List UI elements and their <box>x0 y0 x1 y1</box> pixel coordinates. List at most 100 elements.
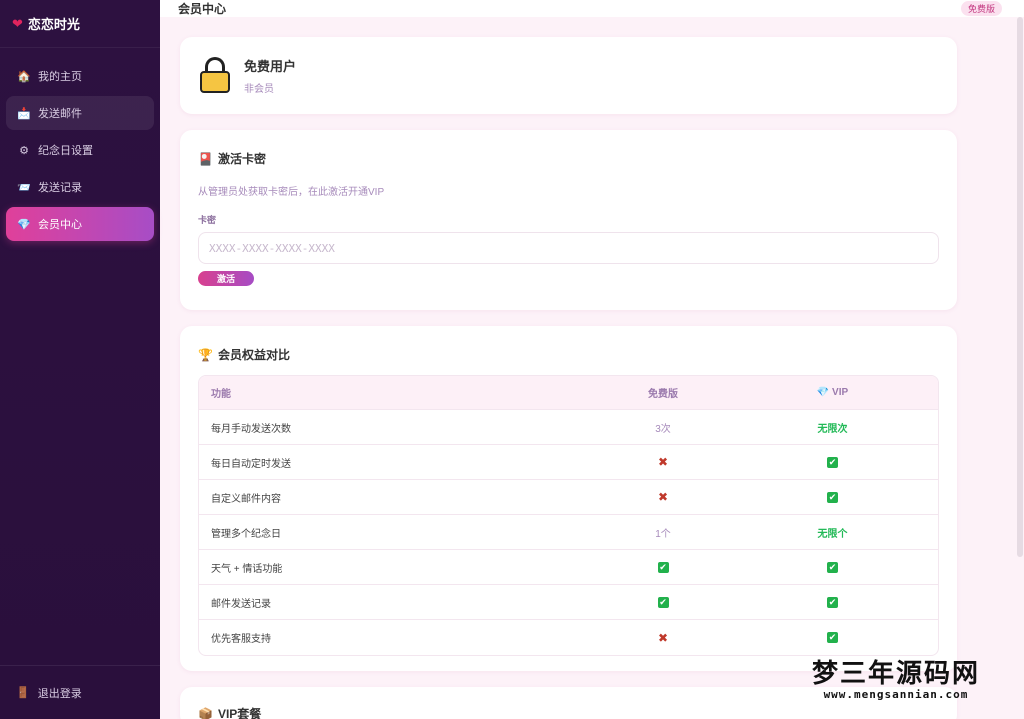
diamond-icon: 💎 <box>816 387 833 398</box>
watermark: 梦三年源码网 www.mengsannian.com <box>812 660 980 701</box>
check-icon: ✔ <box>827 561 838 573</box>
feature-name: 自定义邮件内容 <box>211 493 281 505</box>
table-row: 每日自动定时发送 ✖ ✔ <box>199 445 938 480</box>
feature-name: 每日自动定时发送 <box>211 458 291 470</box>
brand-name: 恋恋时光 <box>27 17 80 32</box>
table-row: 每月手动发送次数 3次 无限次 <box>199 410 938 445</box>
cross-icon: ✖ <box>657 455 669 469</box>
vip-cell: ✔ <box>727 561 938 573</box>
free-cell: ✖ <box>599 490 727 504</box>
compare-table: 功能 免费版 💎 VIP 每月手动发送次数 3次 无限次 每日自动定时发送 ✖ ✔ 自定义邮… <box>198 375 939 656</box>
user-name: 免费用户 <box>244 59 297 74</box>
brand[interactable]: ❤ 恋恋时光 <box>0 0 160 48</box>
vip-title: 📦 VIP套餐 <box>198 705 939 719</box>
header-free: 免费版 <box>648 389 678 400</box>
sidebar-item-label: 发送邮件 <box>38 108 82 120</box>
feature-name: 优先客服支持 <box>211 634 271 645</box>
free-cell: ✖ <box>599 631 727 645</box>
header-vip-label: VIP <box>832 387 849 398</box>
table-row: 邮件发送记录 ✔ ✔ <box>199 585 938 620</box>
mail-icon: 📩 <box>17 107 31 120</box>
activate-button[interactable]: 激活 <box>198 271 254 286</box>
sidebar-item-label: 我的主页 <box>38 71 82 83</box>
sidebar-item-records[interactable]: 📨 发送记录 <box>6 170 154 204</box>
logout-button[interactable]: 🚪 退出登录 <box>0 665 160 719</box>
check-icon: ✔ <box>827 456 838 468</box>
sidebar-item-anniversary[interactable]: ⚙ 纪念日设置 <box>6 133 154 167</box>
activate-card: 🎴 激活卡密 从管理员处获取卡密后，在此激活开通VIP 卡密 激活 <box>180 130 957 310</box>
table-header-row: 功能 免费版 💎 VIP <box>199 376 938 410</box>
main-content: 免费用户 非会员 🎴 激活卡密 从管理员处获取卡密后，在此激活开通VIP 卡密 … <box>180 37 957 719</box>
compare-title: 🏆 会员权益对比 <box>198 346 939 363</box>
scrollbar-thumb[interactable] <box>1017 17 1023 557</box>
vip-cell: 无限个 <box>727 525 938 540</box>
header-feature: 功能 <box>211 389 231 400</box>
activate-title-text: 激活卡密 <box>217 152 266 166</box>
compare-title-text: 会员权益对比 <box>217 348 290 362</box>
lock-icon <box>200 56 230 95</box>
record-icon: 📨 <box>17 181 31 194</box>
member-status: 非会员 <box>244 84 274 95</box>
check-icon: ✔ <box>657 561 669 573</box>
vip-value: 无限个 <box>817 528 848 540</box>
table-row: 优先客服支持 ✖ ✔ <box>199 620 938 655</box>
free-value: 3次 <box>655 423 671 435</box>
free-cell: ✔ <box>599 561 727 573</box>
feature-name: 管理多个纪念日 <box>211 528 281 540</box>
vip-cell: ✔ <box>727 491 938 503</box>
free-cell: 1个 <box>599 525 727 540</box>
package-icon: 📦 <box>198 706 213 719</box>
sidebar-item-label: 会员中心 <box>38 219 82 231</box>
table-row: 天气 + 情话功能 ✔ ✔ <box>199 550 938 585</box>
gear-icon: ⚙ <box>19 144 29 157</box>
activate-title: 🎴 激活卡密 <box>198 150 939 167</box>
vip-cell: ✔ <box>727 456 938 468</box>
scrollbar[interactable] <box>1016 17 1024 557</box>
trophy-icon: 🏆 <box>198 347 213 362</box>
table-row: 自定义邮件内容 ✖ ✔ <box>199 480 938 515</box>
cross-icon: ✖ <box>657 490 669 504</box>
free-cell: 3次 <box>599 420 727 435</box>
page-title: 会员中心 <box>178 2 227 16</box>
feature-name: 邮件发送记录 <box>211 598 271 610</box>
cross-icon: ✖ <box>657 630 669 645</box>
sidebar-item-home[interactable]: 🏠 我的主页 <box>6 59 154 93</box>
vip-cell: ✔ <box>727 596 938 608</box>
door-icon: 🚪 <box>16 687 30 699</box>
sidebar-item-label: 发送记录 <box>38 182 82 194</box>
vip-title-text: VIP套餐 <box>217 707 262 719</box>
card-key-label: 卡密 <box>198 215 217 225</box>
free-cell: ✔ <box>599 596 727 608</box>
vip-cell: ✔ <box>727 632 938 643</box>
card-icon: 🎴 <box>198 151 213 166</box>
table-row: 管理多个纪念日 1个 无限个 <box>199 515 938 550</box>
check-icon: ✔ <box>827 491 838 503</box>
sidebar-item-membership[interactable]: 💎 会员中心 <box>6 207 154 241</box>
check-icon: ✔ <box>657 596 669 608</box>
watermark-url: www.mengsannian.com <box>823 688 969 701</box>
vip-cell: 无限次 <box>727 420 938 435</box>
check-icon: ✔ <box>827 596 838 608</box>
header-vip: 💎 VIP <box>727 387 938 398</box>
sidebar-item-label: 纪念日设置 <box>38 145 93 157</box>
logout-label: 退出登录 <box>37 687 82 700</box>
sidebar: ❤ 恋恋时光 🏠 我的主页 📩 发送邮件 ⚙ 纪念日设置 📨 发送记录 💎 会员… <box>0 0 160 719</box>
user-card: 免费用户 非会员 <box>180 37 957 114</box>
plan-badge: 免费版 <box>960 1 1002 16</box>
feature-name: 天气 + 情话功能 <box>211 563 283 575</box>
sidebar-item-send-mail[interactable]: 📩 发送邮件 <box>6 96 154 130</box>
free-cell: ✖ <box>599 455 727 469</box>
heart-icon: ❤ <box>12 15 23 31</box>
activate-hint: 从管理员处获取卡密后，在此激活开通VIP <box>198 187 385 198</box>
feature-name: 每月手动发送次数 <box>211 423 291 435</box>
check-icon: ✔ <box>827 632 838 643</box>
sidebar-nav: 🏠 我的主页 📩 发送邮件 ⚙ 纪念日设置 📨 发送记录 💎 会员中心 <box>0 48 160 252</box>
diamond-icon: 💎 <box>17 218 31 231</box>
watermark-main: 梦三年源码网 <box>811 659 980 689</box>
compare-card: 🏆 会员权益对比 功能 免费版 💎 VIP 每月手动发送次数 3次 无限次每日自动定… <box>180 326 957 671</box>
home-icon: 🏠 <box>17 70 31 83</box>
vip-value: 无限次 <box>817 423 848 435</box>
top-bar: 会员中心 免费版 <box>160 0 1024 17</box>
card-key-input[interactable] <box>198 232 939 264</box>
free-value: 1个 <box>655 528 671 540</box>
